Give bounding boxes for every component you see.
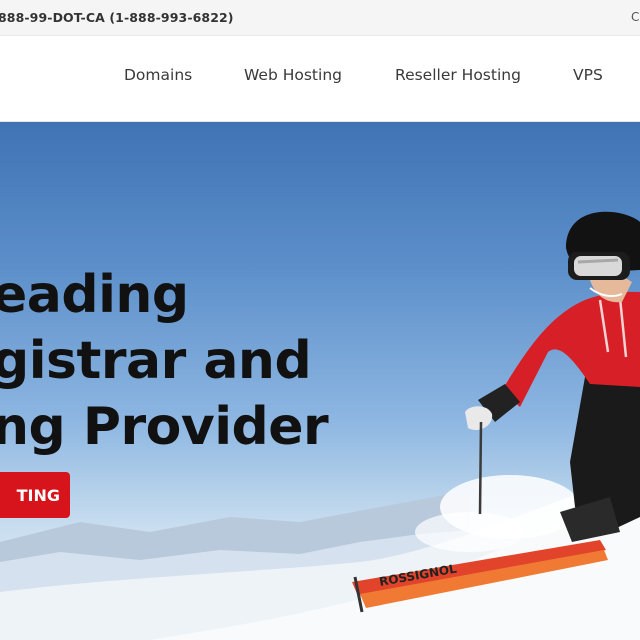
headline-line-1: eading	[0, 265, 189, 325]
headline-line-3: ng Provider	[0, 397, 329, 457]
hero-headline: eading gistrar and ng Provider	[0, 262, 329, 460]
support-phone-number[interactable]: 888-99-DOT-CA (1-888-993-6822)	[0, 10, 234, 25]
nav-item-web-hosting[interactable]: Web Hosting	[244, 66, 342, 84]
headline-line-2: gistrar and	[0, 331, 312, 391]
nav-item-domains[interactable]: Domains	[124, 66, 192, 84]
main-navigation: Domains Web Hosting Reseller Hosting VPS	[0, 36, 640, 122]
topbar-right-item[interactable]: C	[631, 10, 639, 24]
nav-item-reseller-hosting[interactable]: Reseller Hosting	[395, 66, 521, 84]
nav-item-vps[interactable]: VPS	[573, 66, 603, 84]
hero-banner: ROSSIGNOL eading gistrar and ng Provider…	[0, 122, 640, 640]
skier-hand-guard	[465, 406, 493, 431]
top-info-bar: 888-99-DOT-CA (1-888-993-6822) C	[0, 0, 640, 36]
ski-pole	[478, 421, 483, 515]
hero-cta-button[interactable]: TING	[0, 472, 70, 518]
snow-spray-low	[415, 512, 525, 552]
